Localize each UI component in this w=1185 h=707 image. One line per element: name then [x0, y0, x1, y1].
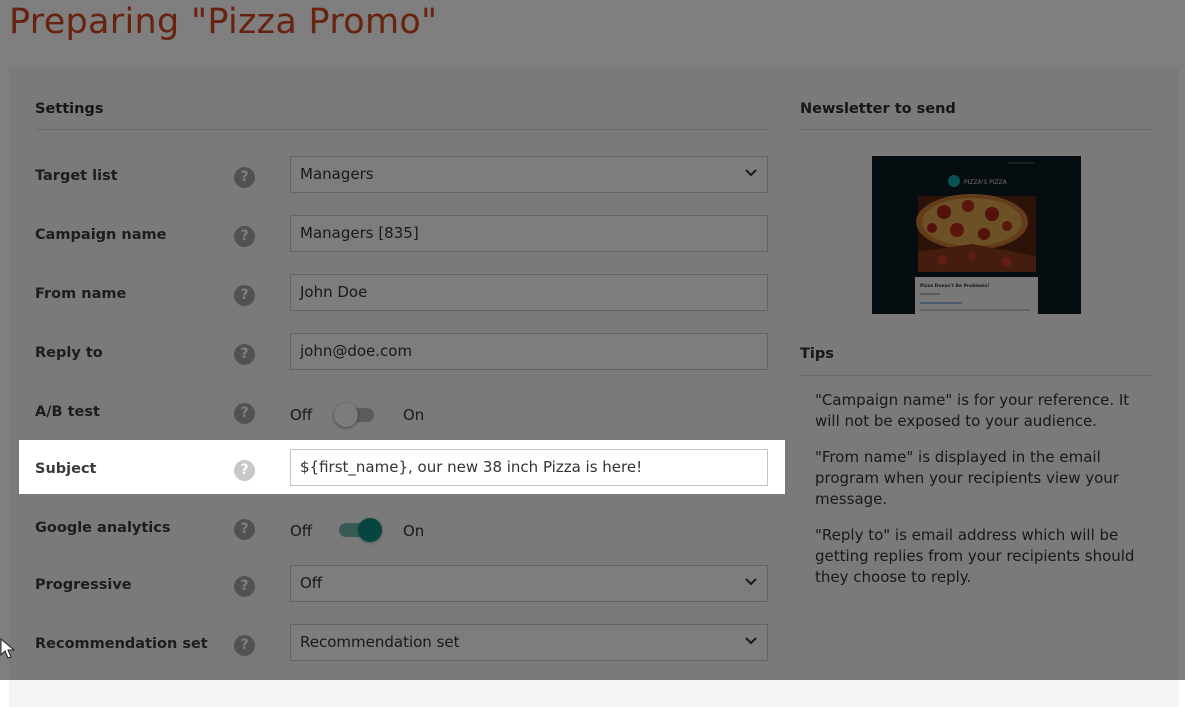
- newsletter-divider: [800, 129, 1152, 130]
- question-circle-icon[interactable]: ?: [234, 519, 255, 540]
- recommendation-set-select[interactable]: Recommendation set: [290, 624, 768, 661]
- recommendation-set-value: Recommendation set: [300, 633, 460, 651]
- newsletter-preview[interactable]: PIZZA'S PIZZA Pizza Doesn't Be Problems!: [872, 156, 1081, 314]
- toggle-knob: [334, 403, 358, 427]
- question-circle-icon[interactable]: ?: [234, 635, 255, 656]
- newsletter-headline: Pizza Doesn't Be Problems!: [920, 283, 989, 289]
- target-list-value: Managers: [300, 165, 374, 183]
- subject-input[interactable]: ${first_name}, our new 38 inch Pizza is …: [290, 449, 768, 486]
- tips-heading: Tips: [800, 346, 834, 362]
- question-circle-icon[interactable]: ?: [234, 403, 255, 424]
- settings-heading: Settings: [35, 101, 104, 117]
- tips-list: "Campaign name" is for your reference. I…: [815, 390, 1140, 603]
- reply-to-input[interactable]: john@doe.com: [290, 333, 768, 370]
- ab-test-toggle[interactable]: [333, 400, 377, 430]
- chevron-down-icon: [745, 637, 757, 645]
- from-name-label: From name: [35, 286, 127, 302]
- question-circle-icon[interactable]: ?: [234, 285, 255, 306]
- newsletter-thumbnail-image: PIZZA'S PIZZA Pizza Doesn't Be Problems!: [872, 156, 1081, 314]
- target-list-label: Target list: [35, 168, 118, 184]
- google-analytics-on-label[interactable]: On: [403, 522, 424, 540]
- question-circle-icon[interactable]: ?: [234, 226, 255, 247]
- from-name-input[interactable]: John Doe: [290, 274, 768, 311]
- tip-item: "Campaign name" is for your reference. I…: [815, 391, 1130, 430]
- chevron-down-icon: [745, 169, 757, 177]
- campaign-name-label: Campaign name: [35, 227, 167, 243]
- google-analytics-label: Google analytics: [35, 520, 171, 536]
- ab-test-label: A/B test: [35, 404, 100, 420]
- progressive-value: Off: [300, 574, 323, 592]
- tips-divider: [800, 375, 1152, 376]
- toggle-knob: [358, 518, 382, 542]
- mouse-pointer-icon: [0, 638, 16, 659]
- recommendation-set-label: Recommendation set: [35, 636, 208, 652]
- page-title: Preparing "Pizza Promo": [9, 2, 438, 42]
- settings-divider: [35, 129, 769, 130]
- newsletter-logo-text: PIZZA'S PIZZA: [964, 179, 1008, 186]
- campaign-name-input[interactable]: Managers [835]: [290, 215, 768, 252]
- google-analytics-toggle[interactable]: [336, 515, 382, 545]
- tip-item: "Reply to" is email address which will b…: [815, 526, 1135, 586]
- question-circle-icon[interactable]: ?: [234, 460, 255, 481]
- question-circle-icon[interactable]: ?: [234, 344, 255, 365]
- newsletter-heading: Newsletter to send: [800, 101, 956, 117]
- progressive-label: Progressive: [35, 577, 132, 593]
- question-circle-icon[interactable]: ?: [234, 576, 255, 597]
- google-analytics-off-label[interactable]: Off: [290, 522, 312, 540]
- chevron-down-icon: [745, 578, 757, 586]
- subject-label: Subject: [35, 461, 97, 477]
- progressive-select[interactable]: Off: [290, 565, 768, 602]
- target-list-select[interactable]: Managers: [290, 156, 768, 193]
- question-circle-icon[interactable]: ?: [234, 167, 255, 188]
- tip-item: "From name" is displayed in the email pr…: [815, 448, 1119, 508]
- ab-test-on-label[interactable]: On: [403, 406, 424, 424]
- ab-test-off-label[interactable]: Off: [290, 406, 312, 424]
- reply-to-label: Reply to: [35, 345, 103, 361]
